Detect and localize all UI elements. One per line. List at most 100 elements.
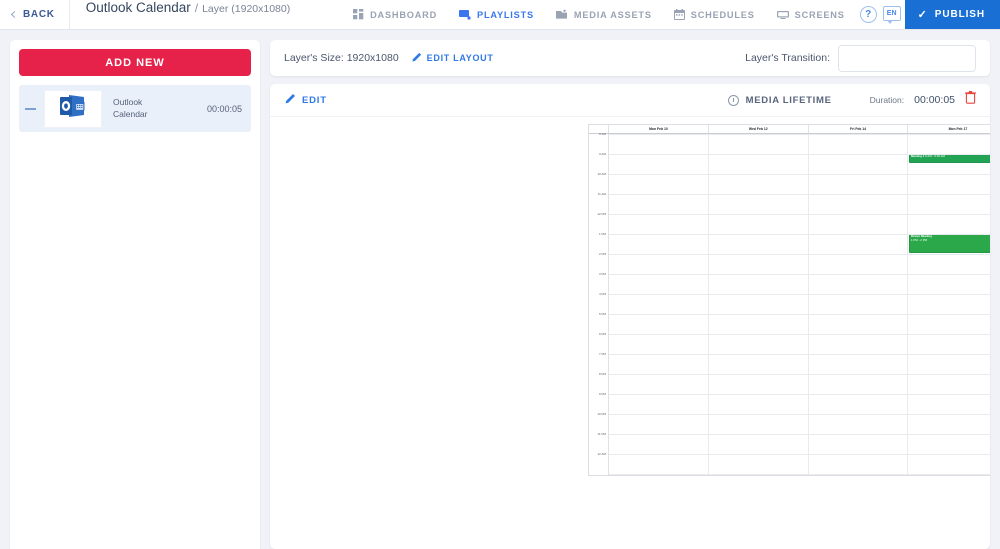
calendar-hour-line [609,474,990,475]
duration-value: 00:00:05 [914,94,955,106]
screen-icon [776,9,789,20]
calendar-time-label: 1 PM [598,232,606,236]
calendar-time-label: 6 PM [598,332,606,336]
publish-button[interactable]: ✓ PUBLISH [904,0,1000,29]
list-item-duration: 00:00:05 [206,103,242,114]
list-item-title-line2: Calendar [113,108,148,119]
nav-item-media-assets-label: MEDIA ASSETS [573,9,652,20]
edit-layout-button[interactable]: EDIT LAYOUT [411,52,494,65]
nav-item-playlists-label: PLAYLISTS [477,9,534,20]
duration-label: Duration: [869,95,905,105]
calendar-day-column[interactable] [709,134,809,475]
main-content: Layer's Size: 1920x1080 EDIT LAYOUT Laye… [270,40,990,549]
edit-layout-label: EDIT LAYOUT [426,53,494,63]
calendar-time-label: 2 PM [598,252,606,256]
calendar-event-time: 1 PM - 2 PM [910,237,928,242]
calendar-hour-line [609,174,990,175]
calendar-hour-line [609,154,990,155]
calendar-hour-line [609,454,990,455]
nav-item-screens[interactable]: SCREENS [766,0,856,29]
transition-label: Layer's Transition: [745,52,830,64]
transition-select[interactable] [838,44,976,72]
calendar-day-header: Mon Feb 10 [609,125,709,133]
language-icon-label: EN [886,9,897,17]
calendar-hour-line [609,434,990,435]
calendar-hour-line [609,274,990,275]
calendar-time-label: 9 AM [599,152,606,156]
media-lifetime-label: MEDIA LIFETIME [745,94,832,106]
media-lifetime-button[interactable]: MEDIA LIFETIME [727,94,832,106]
calendar-event[interactable]: Meeting 1 9 AM - 9:30 AM [909,154,990,163]
pencil-icon [411,52,422,65]
clock-icon [727,94,739,106]
trash-icon[interactable] [965,91,976,109]
calendar-hour-line [609,414,990,415]
nav-item-schedules[interactable]: SCHEDULES [663,0,766,29]
calendar-time-label: 8 PM [598,372,606,376]
check-icon: ✓ [917,9,928,21]
nav-item-media-assets[interactable]: MEDIA ASSETS [545,0,663,29]
help-icon[interactable]: ? [859,6,877,23]
media-card: EDIT MEDIA LIFETIME Duration: 00:00:05 M… [270,84,990,549]
calendar-hour-line [609,254,990,255]
calendar-preview: Mon Feb 10 Wed Feb 12 Fri Feb 14 Mon Feb… [588,124,990,476]
calendar-time-label: 3 PM [598,272,606,276]
calendar-time-label: 5 PM [598,312,606,316]
calendar-time-label: 11 PM [597,432,606,436]
pencil-icon [284,93,296,108]
calendar-time-label: 4 PM [598,292,606,296]
layer-thumbnail [44,89,102,128]
list-item-title-line1: Outlook [113,97,143,108]
help-icon-label: ? [865,9,872,20]
calendar-time-label: 12 AM [597,452,606,456]
calendar-hour-line [609,134,990,135]
nav-item-playlists[interactable]: PLAYLISTS [448,0,545,29]
chevron-left-icon [10,10,19,19]
layer-size-label: Layer's Size: 1920x1080 [284,52,399,64]
calendar-day-column[interactable] [609,134,709,475]
calendar-time-label: 10 PM [597,412,606,416]
add-new-button[interactable]: ADD NEW [19,49,251,76]
page-title: Outlook Calendar [85,0,191,15]
layers-sidebar: ADD NEW Outlook Calendar 00:00:05 [10,40,260,549]
calendar-hour-line [609,234,990,235]
nav-item-dashboard[interactable]: DASHBOARD [342,0,448,29]
calendar-header-row: Mon Feb 10 Wed Feb 12 Fri Feb 14 Mon Feb… [589,125,990,134]
grid-icon [353,9,364,20]
body: ADD NEW Outlook Calendar 00:00:05 Layer'… [0,30,1000,549]
duration-group: Duration: 00:00:05 [870,91,976,109]
calendar-day-header: Wed Feb 12 [709,125,809,133]
calendar-time-axis: 8 AM 9 AM 10 AM 11 AM 12 PM 1 PM 2 PM 3 PM 4 PM 5… [589,132,609,475]
calendar-time-label: 8 AM [599,132,606,136]
breadcrumb-subtitle: Layer (1920x1080) [202,3,291,15]
calendar-hour-line [609,394,990,395]
calendar-hour-line [609,294,990,295]
calendar-grid: 8 AM 9 AM 10 AM 11 AM 12 PM 1 PM 2 PM 3 PM 4 PM 5… [589,132,990,475]
nav-item-schedules-label: SCHEDULES [690,9,755,20]
collapse-icon[interactable] [25,107,36,110]
language-icon[interactable]: EN [882,5,901,24]
back-button-label: BACK [23,9,55,20]
calendar-hour-line [609,354,990,355]
back-button[interactable]: BACK [0,0,70,29]
calendar-day-column[interactable] [809,134,909,475]
media-card-header: EDIT MEDIA LIFETIME Duration: 00:00:05 [270,84,990,117]
calendar-hour-line [609,214,990,215]
media-assets-icon [555,9,568,20]
calendar-time-label: 9 PM [598,392,606,396]
calendar-hour-line [609,374,990,375]
breadcrumb: Outlook Calendar / Layer (1920x1080) [70,0,291,29]
main-nav: DASHBOARD PLAYLISTS MEDIA ASSETS SCHEDUL… [342,0,1000,29]
calendar-day-header: Mon Feb 17 [908,125,990,133]
media-preview: Mon Feb 10 Wed Feb 12 Fri Feb 14 Mon Feb… [270,117,990,549]
playlist-icon [459,9,471,20]
calendar-time-label: 12 PM [597,212,606,216]
nav-item-screens-label: SCREENS [794,9,845,20]
edit-button[interactable]: EDIT [284,93,327,108]
calendar-day-column[interactable]: Meeting 1 9 AM - 9:30 AM Dinner Meeting 1 … [908,134,990,475]
calendar-hour-line [609,194,990,195]
calendar-time-label: 7 PM [598,352,606,356]
calendar-event[interactable]: Dinner Meeting 1 PM - 2 PM [909,234,990,253]
outlook-calendar-icon [56,93,90,124]
list-item[interactable]: Outlook Calendar 00:00:05 [19,85,251,132]
